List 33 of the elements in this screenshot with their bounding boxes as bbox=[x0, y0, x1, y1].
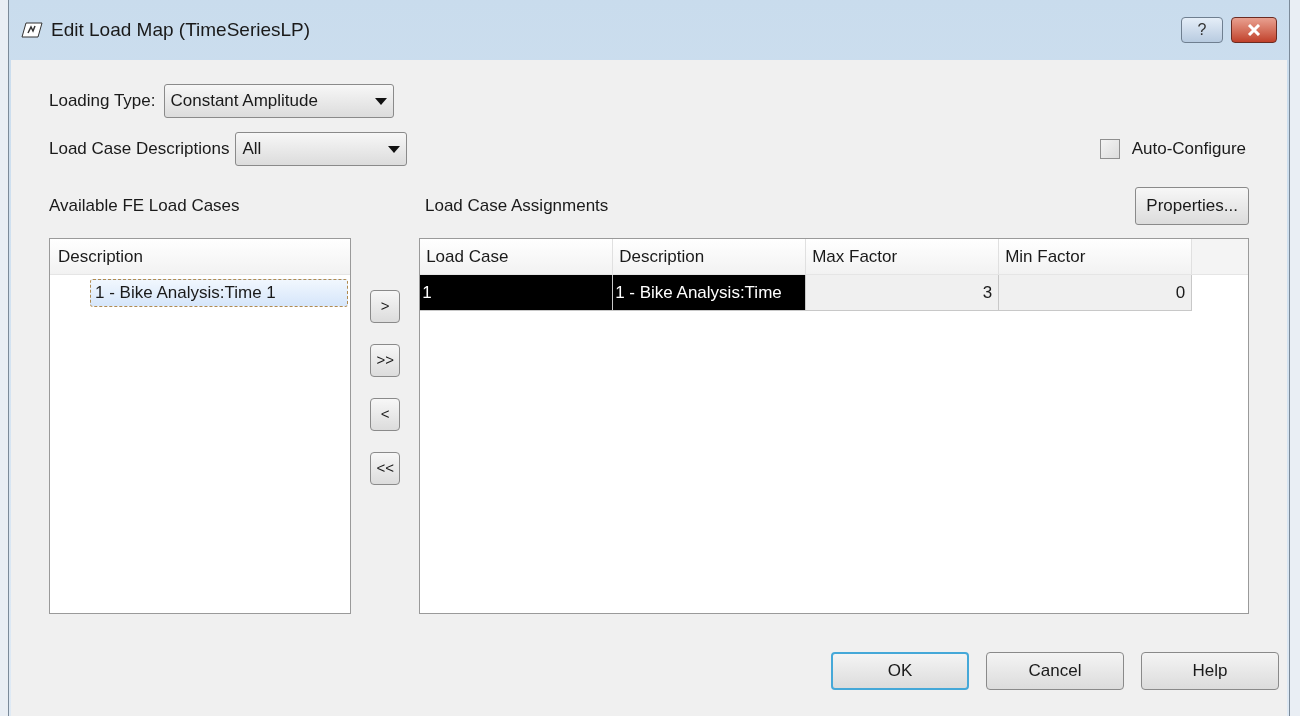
window-title: Edit Load Map (TimeSeriesLP) bbox=[51, 17, 311, 42]
properties-button[interactable]: Properties... bbox=[1135, 187, 1249, 225]
dialog-button[interactable]: OK bbox=[831, 652, 969, 690]
app-icon bbox=[21, 22, 43, 38]
column-header[interactable]: Min Factor bbox=[999, 239, 1193, 274]
table-cell: 3 bbox=[806, 275, 1000, 310]
table-cell: 1 bbox=[420, 275, 614, 310]
section-label: Available FE Load Cases bbox=[49, 195, 241, 218]
auto-configure-label: Auto-Configure bbox=[1131, 138, 1246, 161]
caret-icon bbox=[374, 97, 387, 105]
dropdown[interactable]: Constant Amplitude bbox=[163, 84, 394, 118]
section-label: Load Case Assignments bbox=[425, 195, 609, 218]
table-row[interactable]: 1 1 - Bike Analysis:Time 3 0 bbox=[420, 275, 1193, 311]
table-cell: 1 - Bike Analysis:Time bbox=[613, 275, 807, 310]
move-button[interactable]: << bbox=[370, 452, 401, 485]
move-button[interactable]: > bbox=[370, 290, 401, 323]
close-button[interactable] bbox=[1231, 17, 1277, 43]
move-button[interactable]: >> bbox=[370, 344, 401, 377]
dialog-button[interactable]: Cancel bbox=[986, 652, 1124, 690]
column-header[interactable]: Max Factor bbox=[806, 239, 1000, 274]
table-cell: 0 bbox=[999, 275, 1193, 310]
column-header[interactable]: Load Case bbox=[420, 239, 614, 274]
caret-icon bbox=[388, 145, 401, 153]
list-item[interactable]: 1 - Bike Analysis:Time 1 bbox=[90, 279, 349, 307]
column-header[interactable]: Description bbox=[613, 239, 807, 274]
checkbox[interactable] bbox=[1099, 139, 1120, 159]
close-icon bbox=[1247, 24, 1261, 36]
move-button[interactable]: < bbox=[370, 398, 401, 431]
dropdown[interactable]: All bbox=[235, 132, 408, 166]
dialog-button[interactable]: Help bbox=[1141, 652, 1279, 690]
load-case-descriptions-label: Load Case Descriptions bbox=[49, 138, 230, 161]
loading-type-label: Loading Type: bbox=[49, 90, 156, 113]
help-button[interactable]: ? bbox=[1181, 17, 1223, 43]
